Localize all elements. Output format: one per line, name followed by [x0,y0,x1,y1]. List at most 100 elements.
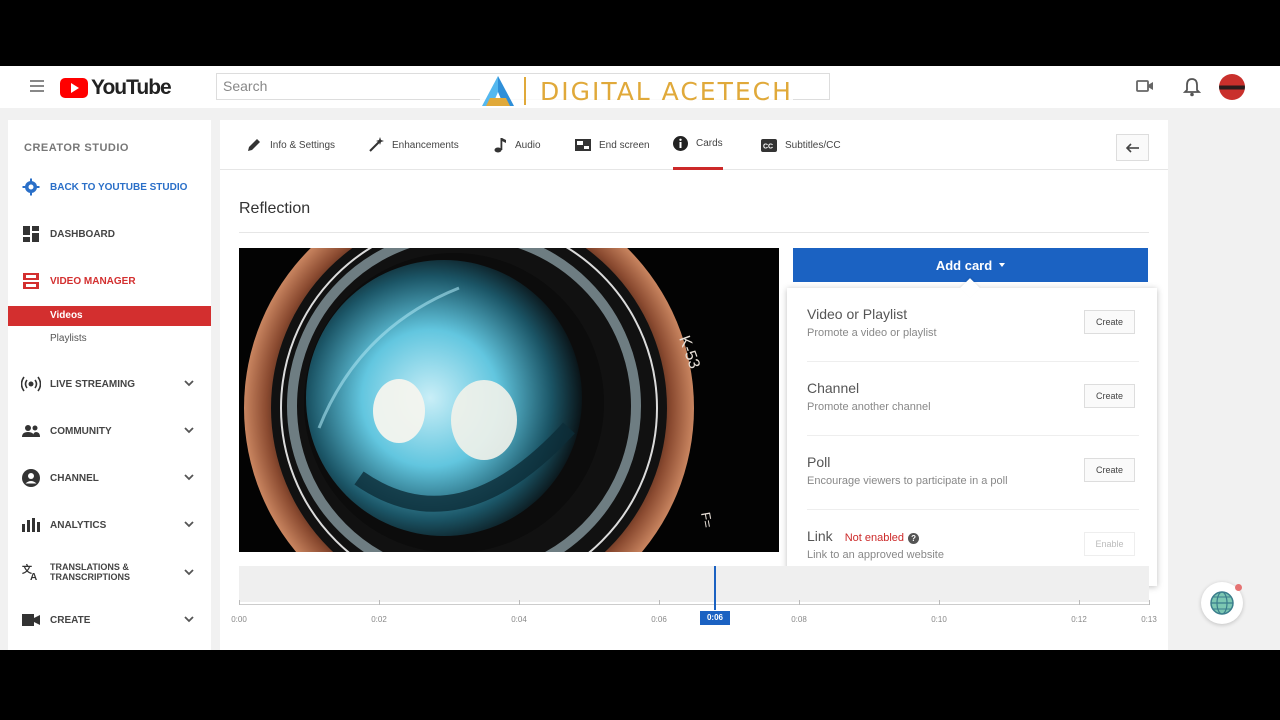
timeline-tick [799,600,800,605]
video-title: Reflection [239,200,311,217]
tab-label: Enhancements [392,139,459,151]
add-card-label: Add card [935,257,993,273]
not-enabled-status: Not enabled [844,532,905,544]
sidebar-item-analytics[interactable]: ANALYTICS [8,514,211,536]
youtube-logo[interactable]: YouTube [60,76,172,100]
card-option-video-playlist: Video or Playlist Promote a video or pla… [807,290,1139,362]
gear-icon [21,177,41,197]
tab-audio[interactable]: Audio [493,120,541,170]
enable-link-card-button[interactable]: Enable [1084,532,1135,556]
timeline-tick [379,600,380,605]
digital-acetech-watermark: DIGITAL ACETECH [480,74,793,108]
channel-account-icon [21,468,41,488]
timeline-tick [239,600,240,605]
sidebar-item-channel[interactable]: CHANNEL [8,467,211,489]
tab-label: End screen [599,139,650,151]
acetech-logo-icon [482,76,514,106]
timeline-time-label: 0:10 [931,615,947,624]
timeline-time-label: 0:12 [1071,615,1087,624]
video-manager-icon [21,271,41,291]
add-card-dropdown: Video or Playlist Promote a video or pla… [787,278,1157,586]
chevron-down-icon[interactable] [183,566,195,578]
sidebar-subitem-playlists[interactable]: Playlists [8,329,211,349]
sidebar-item-live-streaming[interactable]: LIVE STREAMING [8,373,211,395]
sidebar-item-label: CHANNEL [50,472,99,484]
menu-icon[interactable] [30,80,44,92]
card-option-desc: Encourage viewers to participate in a po… [807,475,1008,487]
tab-end-screen[interactable]: End screen [575,120,650,170]
sidebar-subitem-videos[interactable]: Videos [8,306,211,326]
tab-cards[interactable]: Cards [673,120,723,170]
timeline-tick [659,600,660,605]
youtube-wordmark: YouTube [91,76,172,99]
tab-enhancements[interactable]: Enhancements [368,120,459,170]
undo-button[interactable] [1116,134,1149,161]
chevron-down-icon[interactable] [183,518,195,530]
card-option-name-row: Link Not enabled? [807,528,920,544]
add-card-button[interactable]: Add card [793,248,1148,282]
timeline-time-label: 0:00 [231,615,247,624]
chevron-down-icon[interactable] [183,424,195,436]
card-option-channel: Channel Promote another channel Create [807,364,1139,436]
creator-studio-sidebar: CREATOR STUDIO BACK TO YOUTUBE STUDIO DA… [8,120,211,650]
tab-subtitles[interactable]: CC Subtitles/CC [761,120,841,170]
sidebar-item-label: BACK TO YOUTUBE STUDIO [50,181,188,193]
timeline-tick [1079,600,1080,605]
undo-icon [1125,142,1139,153]
upload-video-icon[interactable] [1136,77,1154,95]
magic-wand-icon [369,137,384,152]
timeline-time-label: 0:06 [651,615,667,624]
card-option-desc: Promote a video or playlist [807,327,937,339]
create-poll-card-button[interactable]: Create [1084,458,1135,482]
globe-icon [1210,591,1234,615]
timeline-track[interactable] [239,566,1149,602]
create-video-playlist-card-button[interactable]: Create [1084,310,1135,334]
playhead-time-label: 0:06 [700,611,730,625]
sidebar-item-dashboard[interactable]: DASHBOARD [8,223,211,245]
tab-label: Subtitles/CC [785,139,841,151]
timeline-time-label: 0:02 [371,615,387,624]
timeline-playhead[interactable] [714,566,716,610]
card-option-poll: Poll Encourage viewers to participate in… [807,438,1139,510]
svg-text:A: A [30,572,37,581]
card-option-desc: Link to an approved website [807,549,944,561]
timeline-time-label: 0:13 [1141,615,1157,624]
sidebar-item-community[interactable]: COMMUNITY [8,420,211,442]
chevron-down-icon[interactable] [183,613,195,625]
card-option-name: Link [807,528,833,544]
end-screen-icon [575,139,591,151]
timeline-time-label: 0:08 [791,615,807,624]
translate-icon: 文A [21,562,41,582]
svg-text:F=: F= [698,511,715,529]
help-question-icon[interactable]: ? [908,533,920,544]
editor-tabs: Info & Settings Enhancements Audio End s… [220,120,1168,170]
notification-dot [1235,584,1242,591]
info-circle-icon [673,136,688,151]
pencil-icon [248,139,260,151]
create-channel-card-button[interactable]: Create [1084,384,1135,408]
svg-text:CC: CC [763,143,773,150]
sidebar-item-back-to-studio[interactable]: BACK TO YOUTUBE STUDIO [8,176,211,198]
account-avatar[interactable] [1219,74,1245,100]
dashboard-icon [21,224,41,244]
notifications-bell-icon[interactable] [1183,77,1201,97]
youtube-play-icon [60,78,88,98]
chevron-down-icon[interactable] [183,377,195,389]
sidebar-title: CREATOR STUDIO [24,142,129,154]
video-preview-player[interactable]: K-53 F= [239,248,779,552]
sidebar-item-label: LIVE STREAMING [50,378,136,390]
sidebar-item-label: DASHBOARD [50,228,115,240]
live-broadcast-icon [21,374,41,394]
title-divider [239,232,1149,233]
tab-label: Cards [696,138,723,149]
sidebar-item-create[interactable]: CREATE [8,609,211,631]
tab-label: Info & Settings [270,139,336,151]
sidebar-item-label: COMMUNITY [50,425,112,437]
sidebar-item-translations[interactable]: 文A TRANSLATIONS & TRANSCRIPTIONS [8,557,211,587]
card-option-name: Video or Playlist [807,306,908,322]
timeline-ruler [239,604,1149,605]
sidebar-item-video-manager[interactable]: VIDEO MANAGER [8,270,211,292]
video-editor-panel: Info & Settings Enhancements Audio End s… [220,120,1168,650]
tab-info-settings[interactable]: Info & Settings [246,120,335,170]
chevron-down-icon[interactable] [183,471,195,483]
